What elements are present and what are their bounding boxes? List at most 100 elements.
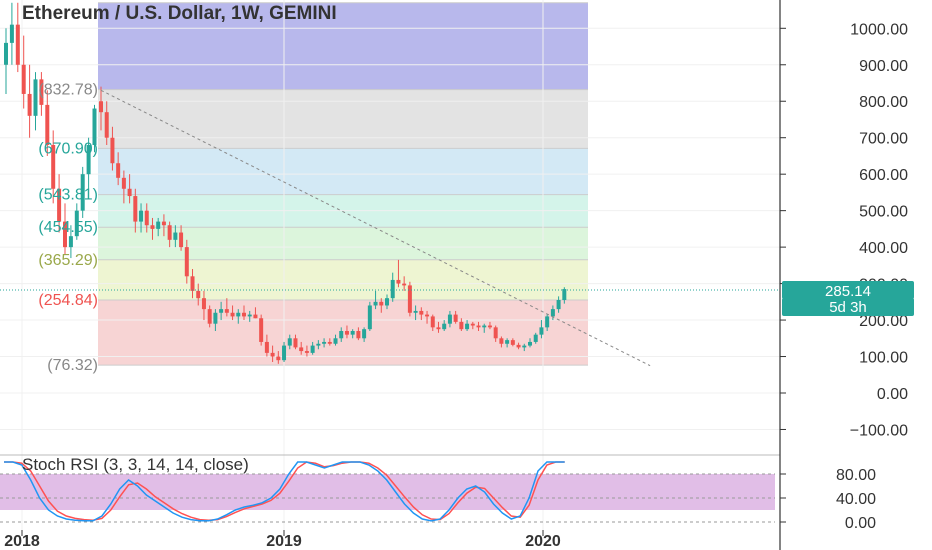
candle <box>173 232 178 240</box>
countdown-value: 5d 3h <box>829 299 867 316</box>
candle <box>201 298 206 310</box>
fib-label: (454.55) <box>38 219 98 236</box>
candle <box>121 177 126 189</box>
candle <box>139 210 144 222</box>
candle <box>505 340 510 344</box>
candle <box>493 327 498 339</box>
candle <box>487 325 492 328</box>
candle <box>316 343 321 346</box>
candle <box>127 188 132 197</box>
last-price-badge: 285.14 5d 3h <box>782 281 914 316</box>
candle <box>213 312 218 324</box>
candle <box>264 341 269 353</box>
y-tick-label: 700.00 <box>859 131 908 148</box>
candle <box>373 301 378 306</box>
candle <box>419 310 424 315</box>
x-tick-label: 2019 <box>266 533 302 550</box>
candle <box>390 279 395 299</box>
stoch-tick-label: 0.00 <box>845 515 876 532</box>
y-tick-label: 800.00 <box>859 94 908 111</box>
y-tick-label: 400.00 <box>859 240 908 257</box>
candle <box>339 331 344 339</box>
candle <box>367 305 372 330</box>
stoch-axis: 80.00 40.00 0.00 <box>780 467 876 532</box>
fib-label: (365.29) <box>38 252 98 269</box>
y-tick-label: 0.00 <box>877 386 908 403</box>
candle <box>104 112 109 138</box>
candle <box>207 309 212 324</box>
candle <box>21 64 26 94</box>
candle <box>476 325 481 328</box>
candle <box>133 196 138 222</box>
candle <box>556 300 561 310</box>
candle <box>190 276 195 291</box>
y-tick-label: 900.00 <box>859 58 908 75</box>
candle <box>45 104 50 146</box>
candle <box>327 341 332 344</box>
candle <box>161 221 166 226</box>
time-axis: 2018 2019 2020 <box>4 530 561 550</box>
indicator-title: Stoch RSI (3, 3, 14, 14, close) <box>22 455 249 474</box>
candle <box>99 101 103 113</box>
candle <box>516 344 521 348</box>
x-tick-label: 2018 <box>4 533 40 550</box>
y-tick-label: 1000.00 <box>850 21 908 38</box>
candle <box>9 24 14 43</box>
stoch-tick-label: 80.00 <box>836 467 876 484</box>
candle <box>299 347 304 352</box>
candle <box>356 331 361 339</box>
y-tick-label: 600.00 <box>859 167 908 184</box>
candle <box>33 79 38 116</box>
candle <box>465 323 470 330</box>
candle <box>436 327 441 330</box>
candle <box>293 338 298 348</box>
candle <box>362 329 367 339</box>
stoch-rsi-pane: Stoch RSI (3, 3, 14, 14, close) <box>0 455 775 523</box>
candle <box>247 314 252 317</box>
candle <box>287 338 292 346</box>
fib-bands <box>98 2 588 366</box>
candle <box>68 236 73 248</box>
candle <box>550 309 555 317</box>
candle <box>470 323 475 326</box>
fib-label: (76.32) <box>47 357 98 374</box>
price-axis: 1000.00 900.00 800.00 700.00 600.00 500.00 400… <box>780 21 908 439</box>
candle <box>144 210 149 226</box>
candle <box>379 301 384 306</box>
candle <box>184 247 189 277</box>
chart-title: Ethereum / U.S. Dollar, 1W, GEMINI <box>22 3 337 24</box>
candle <box>242 312 246 317</box>
candle <box>156 221 161 229</box>
candle <box>167 225 172 240</box>
candle <box>413 310 418 313</box>
candle <box>310 345 315 353</box>
y-tick-label: 100.00 <box>859 350 908 367</box>
fib-band <box>98 148 588 195</box>
candle <box>447 314 452 324</box>
candle <box>459 321 464 330</box>
stoch-tick-label: 40.00 <box>836 491 876 508</box>
fib-band <box>98 89 588 149</box>
candle <box>402 283 407 286</box>
candle <box>15 24 20 65</box>
fib-label: (670.90) <box>38 140 98 157</box>
candle <box>522 345 527 348</box>
main-pane: (832.78) (670.90) (543.81) (454.55) (365.29)… <box>0 0 780 530</box>
candle <box>528 341 532 346</box>
chart-canvas: (832.78) (670.90) (543.81) (454.55) (365.29)… <box>0 0 914 550</box>
candle <box>425 314 430 317</box>
candle <box>482 325 487 328</box>
candle <box>322 341 327 344</box>
y-tick-label: −100.00 <box>850 422 908 439</box>
candle <box>453 314 458 322</box>
candle <box>562 289 567 301</box>
candle <box>179 232 184 248</box>
candle <box>276 356 281 361</box>
fib-band <box>98 259 588 301</box>
candle <box>116 163 121 178</box>
candle <box>259 318 264 342</box>
candle <box>150 225 155 229</box>
candle <box>533 334 538 342</box>
candle <box>196 290 201 299</box>
candle <box>224 309 229 313</box>
